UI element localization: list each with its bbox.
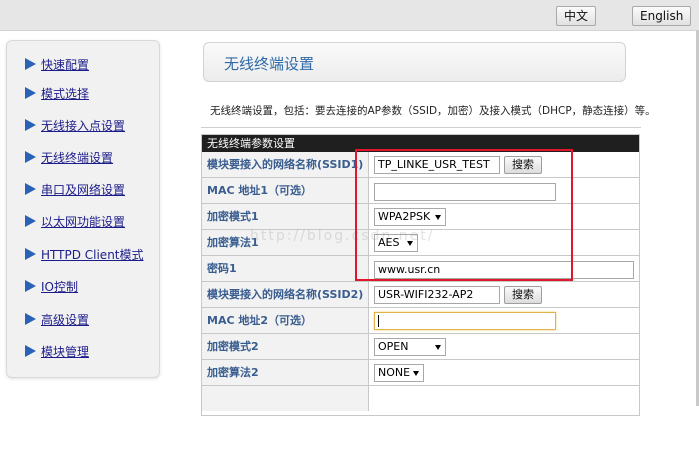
search-ssid1-button[interactable]: 搜索 bbox=[504, 156, 542, 174]
table-row: 加密模式2 OPEN bbox=[202, 334, 639, 360]
select-value: NONE bbox=[378, 366, 411, 379]
password1-input[interactable]: www.usr.cn bbox=[374, 261, 634, 279]
ssid1-input[interactable]: TP_LINKE_USR_TEST bbox=[374, 156, 500, 174]
sidebar-item-mode-select[interactable]: 模式选择 bbox=[25, 84, 89, 102]
sidebar-item-sta-settings[interactable]: 无线终端设置 bbox=[25, 148, 113, 166]
sidebar-item-label: 模块管理 bbox=[41, 344, 90, 359]
arrow-right-icon bbox=[25, 87, 36, 99]
sidebar-item-io-control[interactable]: IO控制 bbox=[25, 277, 78, 295]
arrow-right-icon bbox=[25, 183, 36, 195]
arrow-right-icon bbox=[25, 345, 36, 357]
table-row: 加密算法1 AES bbox=[202, 230, 639, 256]
chevron-down-icon bbox=[407, 241, 413, 246]
chevron-down-icon bbox=[435, 345, 441, 350]
language-english-button[interactable]: English bbox=[632, 6, 692, 26]
text-caret bbox=[378, 315, 379, 327]
sidebar-item-serial-network[interactable]: 串口及网络设置 bbox=[25, 180, 125, 198]
language-chinese-button[interactable]: 中文 bbox=[556, 6, 597, 26]
ssid1-label: 模块要接入的网络名称(SSID1) bbox=[202, 152, 369, 177]
sidebar-item-httpd-client[interactable]: HTTPD Client模式 bbox=[25, 245, 144, 263]
mac2-input[interactable] bbox=[374, 312, 556, 330]
encryption-algo2-label: 加密算法2 bbox=[202, 360, 369, 385]
top-bar: 中文 English bbox=[0, 0, 699, 31]
arrow-right-icon bbox=[25, 215, 36, 227]
search-ssid2-button[interactable]: 搜索 bbox=[504, 286, 542, 304]
page-title-box: 无线终端设置 bbox=[203, 42, 626, 82]
chevron-down-icon bbox=[413, 371, 419, 376]
arrow-right-icon bbox=[25, 58, 36, 70]
table-row: MAC 地址2（可选） bbox=[202, 308, 639, 334]
chevron-down-icon bbox=[435, 215, 441, 220]
sidebar-item-label: 快速配置 bbox=[41, 57, 90, 72]
ssid2-input[interactable]: USR-WIFI232-AP2 bbox=[374, 286, 500, 304]
table-row bbox=[202, 386, 639, 412]
sidebar-item-ap-settings[interactable]: 无线接入点设置 bbox=[25, 116, 125, 134]
sidebar-item-ethernet[interactable]: 以太网功能设置 bbox=[25, 212, 125, 230]
mac1-label: MAC 地址1（可选） bbox=[202, 178, 369, 203]
password1-label: 密码1 bbox=[202, 256, 369, 281]
mac1-input[interactable] bbox=[374, 183, 556, 201]
sidebar: 快速配置 模式选择 无线接入点设置 无线终端设置 串口及网络设置 以太网功能设置… bbox=[6, 40, 160, 378]
sidebar-item-label: 无线终端设置 bbox=[41, 150, 114, 165]
sidebar-item-advanced[interactable]: 高级设置 bbox=[25, 310, 89, 328]
sidebar-item-label: 模式选择 bbox=[41, 86, 90, 101]
page-description: 无线终端设置，包括：要去连接的AP参数（SSID，加密）及接入模式（DHCP，静… bbox=[210, 105, 656, 117]
select-value: AES bbox=[378, 236, 400, 249]
sidebar-item-module-mgmt[interactable]: 模块管理 bbox=[25, 342, 89, 360]
select-value: WPA2PSK bbox=[378, 210, 431, 223]
table-row: 加密模式1 WPA2PSK bbox=[202, 204, 639, 230]
encryption-mode1-select[interactable]: WPA2PSK bbox=[374, 208, 446, 226]
select-value: OPEN bbox=[378, 340, 409, 353]
sidebar-item-label: 高级设置 bbox=[41, 312, 90, 327]
table-row: 密码1 www.usr.cn bbox=[202, 256, 639, 282]
table-row: MAC 地址1（可选） bbox=[202, 178, 639, 204]
encryption-mode2-select[interactable]: OPEN bbox=[374, 338, 446, 356]
arrow-right-icon bbox=[25, 119, 36, 131]
encryption-algo2-select[interactable]: NONE bbox=[374, 364, 424, 382]
sidebar-item-label: HTTPD Client模式 bbox=[41, 247, 144, 262]
panel-header: 无线终端参数设置 bbox=[202, 135, 639, 152]
divider bbox=[201, 127, 641, 128]
encryption-algo1-label: 加密算法1 bbox=[202, 230, 369, 255]
table-row: 模块要接入的网络名称(SSID1) TP_LINKE_USR_TEST 搜索 bbox=[202, 152, 639, 178]
sta-settings-panel: 无线终端参数设置 模块要接入的网络名称(SSID1) TP_LINKE_USR_… bbox=[201, 134, 640, 416]
sidebar-item-label: 无线接入点设置 bbox=[41, 118, 126, 133]
arrow-right-icon bbox=[25, 151, 36, 163]
arrow-right-icon bbox=[25, 248, 36, 260]
table-row: 模块要接入的网络名称(SSID2) USR-WIFI232-AP2 搜索 bbox=[202, 282, 639, 308]
sidebar-item-label: 串口及网络设置 bbox=[41, 182, 126, 197]
mac2-label: MAC 地址2（可选） bbox=[202, 308, 369, 333]
encryption-algo1-select[interactable]: AES bbox=[374, 234, 418, 252]
ssid2-label: 模块要接入的网络名称(SSID2) bbox=[202, 282, 369, 307]
encryption-mode1-label: 加密模式1 bbox=[202, 204, 369, 229]
arrow-right-icon bbox=[25, 280, 36, 292]
encryption-mode2-label: 加密模式2 bbox=[202, 334, 369, 359]
next-row-label bbox=[202, 386, 369, 411]
sidebar-item-label: 以太网功能设置 bbox=[41, 214, 126, 229]
page-title: 无线终端设置 bbox=[224, 55, 315, 73]
table-row: 加密算法2 NONE bbox=[202, 360, 639, 386]
sidebar-item-label: IO控制 bbox=[41, 279, 78, 294]
arrow-right-icon bbox=[25, 313, 36, 325]
sidebar-item-quick-config[interactable]: 快速配置 bbox=[25, 55, 89, 73]
